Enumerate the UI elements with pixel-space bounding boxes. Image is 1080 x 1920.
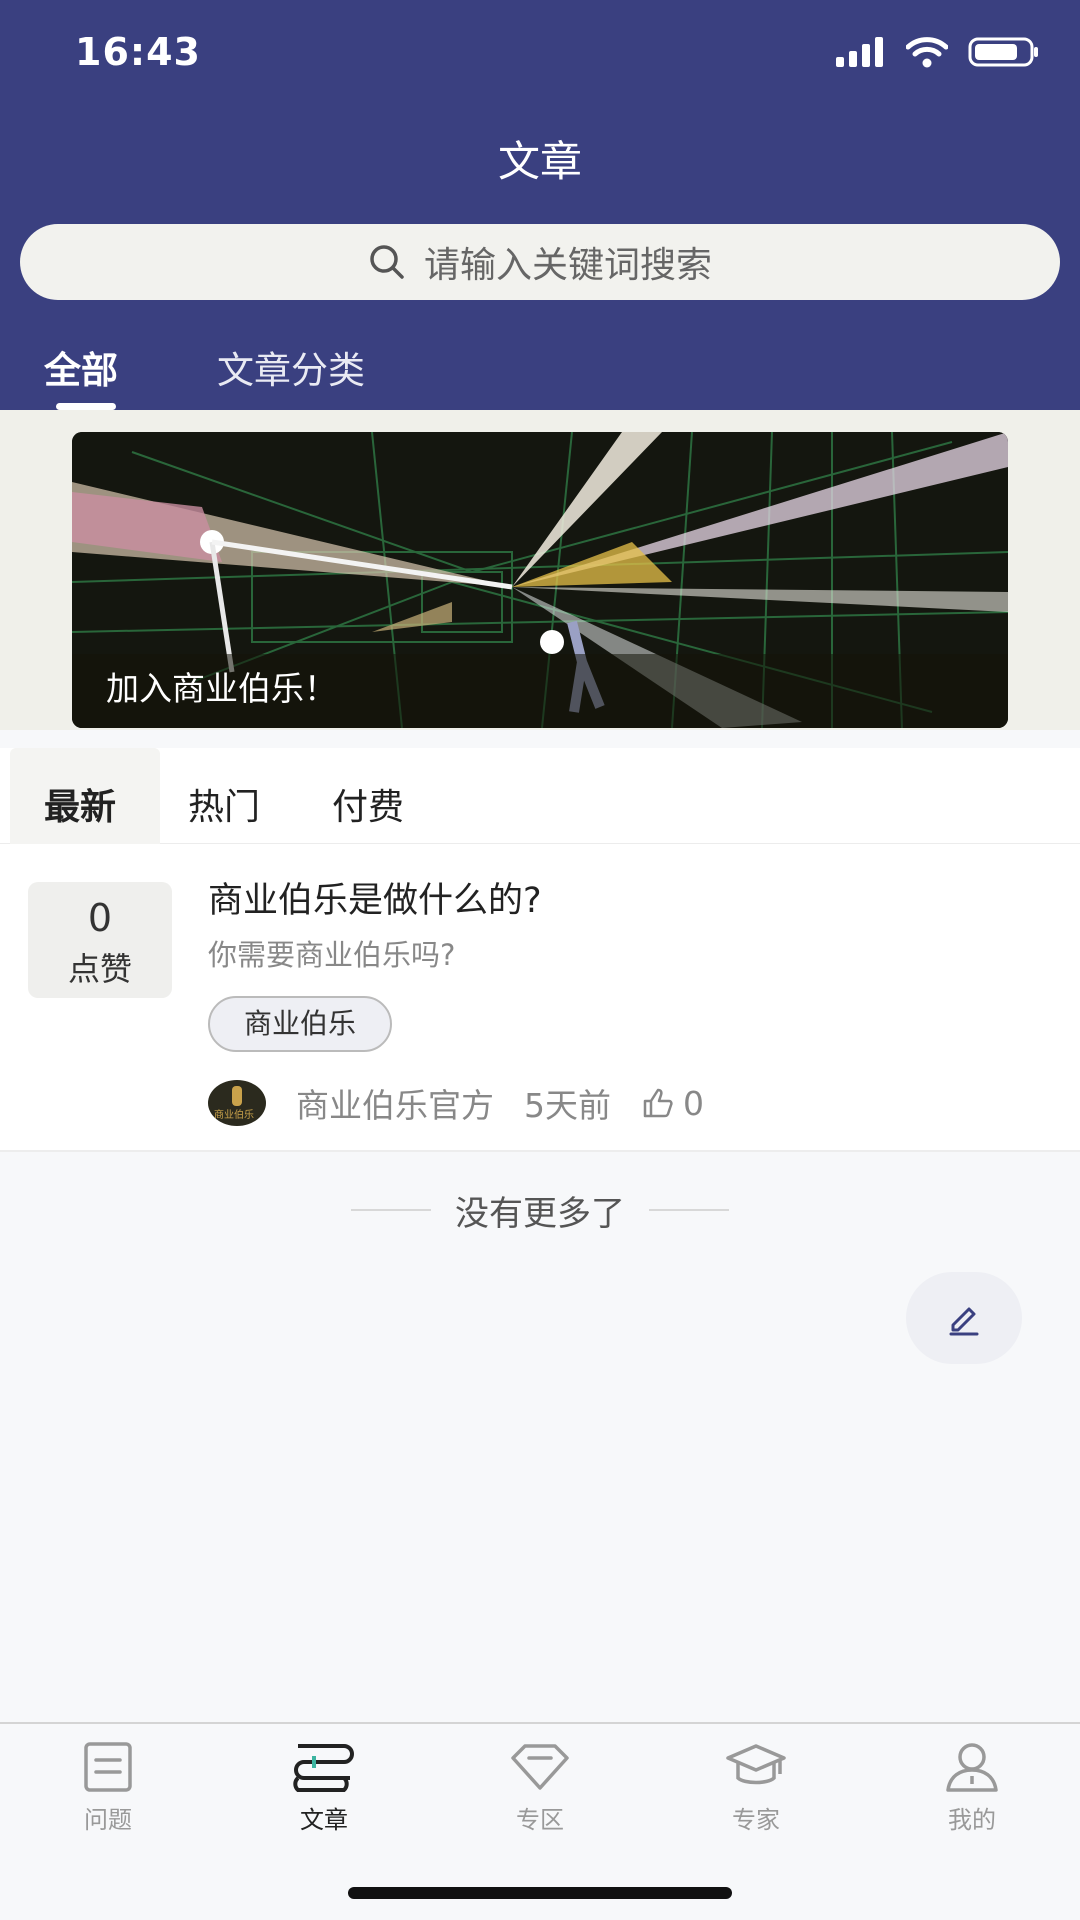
article-meta: 商业伯乐 商业伯乐官方 5天前 0: [208, 1078, 704, 1128]
user-icon: [946, 1743, 998, 1792]
status-time: 16:43: [75, 30, 201, 74]
search-icon: [370, 245, 404, 279]
tabbar-item-zone[interactable]: 专区: [470, 1742, 610, 1835]
tabbar-label-questions: 问题: [84, 1806, 132, 1834]
article-time: 5天前: [524, 1086, 611, 1125]
diamond-icon: [511, 1744, 569, 1790]
divider: [351, 1209, 431, 1211]
list-end-indicator: 没有更多了: [0, 1188, 1080, 1234]
compose-button[interactable]: [906, 1272, 1022, 1364]
article-list-item[interactable]: 0 点赞 商业伯乐是做什么的? 你需要商业伯乐吗? 商业伯乐 商业伯乐 商业伯乐…: [0, 844, 1080, 1152]
avatar: 商业伯乐: [208, 1080, 266, 1126]
tabbar-label-experts: 专家: [732, 1806, 780, 1834]
tab-paid[interactable]: 付费: [332, 778, 404, 830]
like-box[interactable]: 0 点赞: [28, 882, 172, 998]
question-list-icon: [84, 1742, 132, 1792]
article-likes-count: 0: [683, 1083, 704, 1123]
banner-image[interactable]: 加入商业伯乐！: [72, 432, 1008, 728]
search-placeholder: 请输入关键词搜索: [423, 245, 712, 286]
status-bar: 16:43: [0, 0, 1080, 110]
sub-tabs: 最新 热门 付费: [0, 748, 1080, 844]
like-label: 点赞: [67, 950, 132, 988]
tab-all[interactable]: 全部: [44, 340, 118, 394]
tab-latest[interactable]: 最新: [44, 778, 116, 830]
active-tab-indicator: [56, 403, 116, 410]
article-likes[interactable]: 0: [641, 1084, 704, 1123]
article-description: 你需要商业伯乐吗?: [208, 938, 456, 972]
banner-carousel: 加入商业伯乐！: [0, 410, 1080, 730]
tab-hot[interactable]: 热门: [188, 778, 260, 830]
tabbar-item-articles[interactable]: 文章: [254, 1742, 394, 1835]
tabbar-item-mine[interactable]: 我的: [902, 1742, 1042, 1835]
battery-icon: [968, 37, 1038, 67]
wifi-icon: [906, 37, 948, 68]
tabbar-label-zone: 专区: [516, 1806, 564, 1834]
tabbar-item-questions[interactable]: 问题: [38, 1742, 178, 1835]
tab-article-category[interactable]: 文章分类: [217, 340, 365, 394]
signal-icon: [836, 37, 883, 67]
graduation-cap-icon: [726, 1744, 786, 1785]
thumbs-up-icon: [643, 1088, 673, 1118]
top-tabs: 全部 文章分类: [0, 335, 1080, 410]
pencil-icon: [949, 1307, 979, 1336]
like-count: 0: [87, 896, 113, 940]
article-tag[interactable]: 商业伯乐: [208, 996, 393, 1052]
tabbar-label-mine: 我的: [948, 1806, 996, 1834]
tabbar-label-articles: 文章: [300, 1806, 348, 1834]
article-author: 商业伯乐官方: [296, 1086, 494, 1125]
page-title: 文章: [497, 137, 582, 186]
home-indicator: [348, 1887, 732, 1899]
article-icon: [293, 1744, 354, 1792]
divider: [649, 1209, 729, 1211]
search-input[interactable]: 请输入关键词搜索: [20, 224, 1060, 300]
status-icons: [836, 36, 1040, 68]
article-title[interactable]: 商业伯乐是做什么的?: [208, 872, 542, 923]
header: 16:43 文章 请输入关键词搜索 全部 文章分类: [0, 0, 1080, 410]
tabbar-item-experts[interactable]: 专家: [686, 1742, 826, 1835]
no-more-text: 没有更多了: [455, 1193, 625, 1234]
banner-caption: 加入商业伯乐！: [106, 669, 337, 708]
